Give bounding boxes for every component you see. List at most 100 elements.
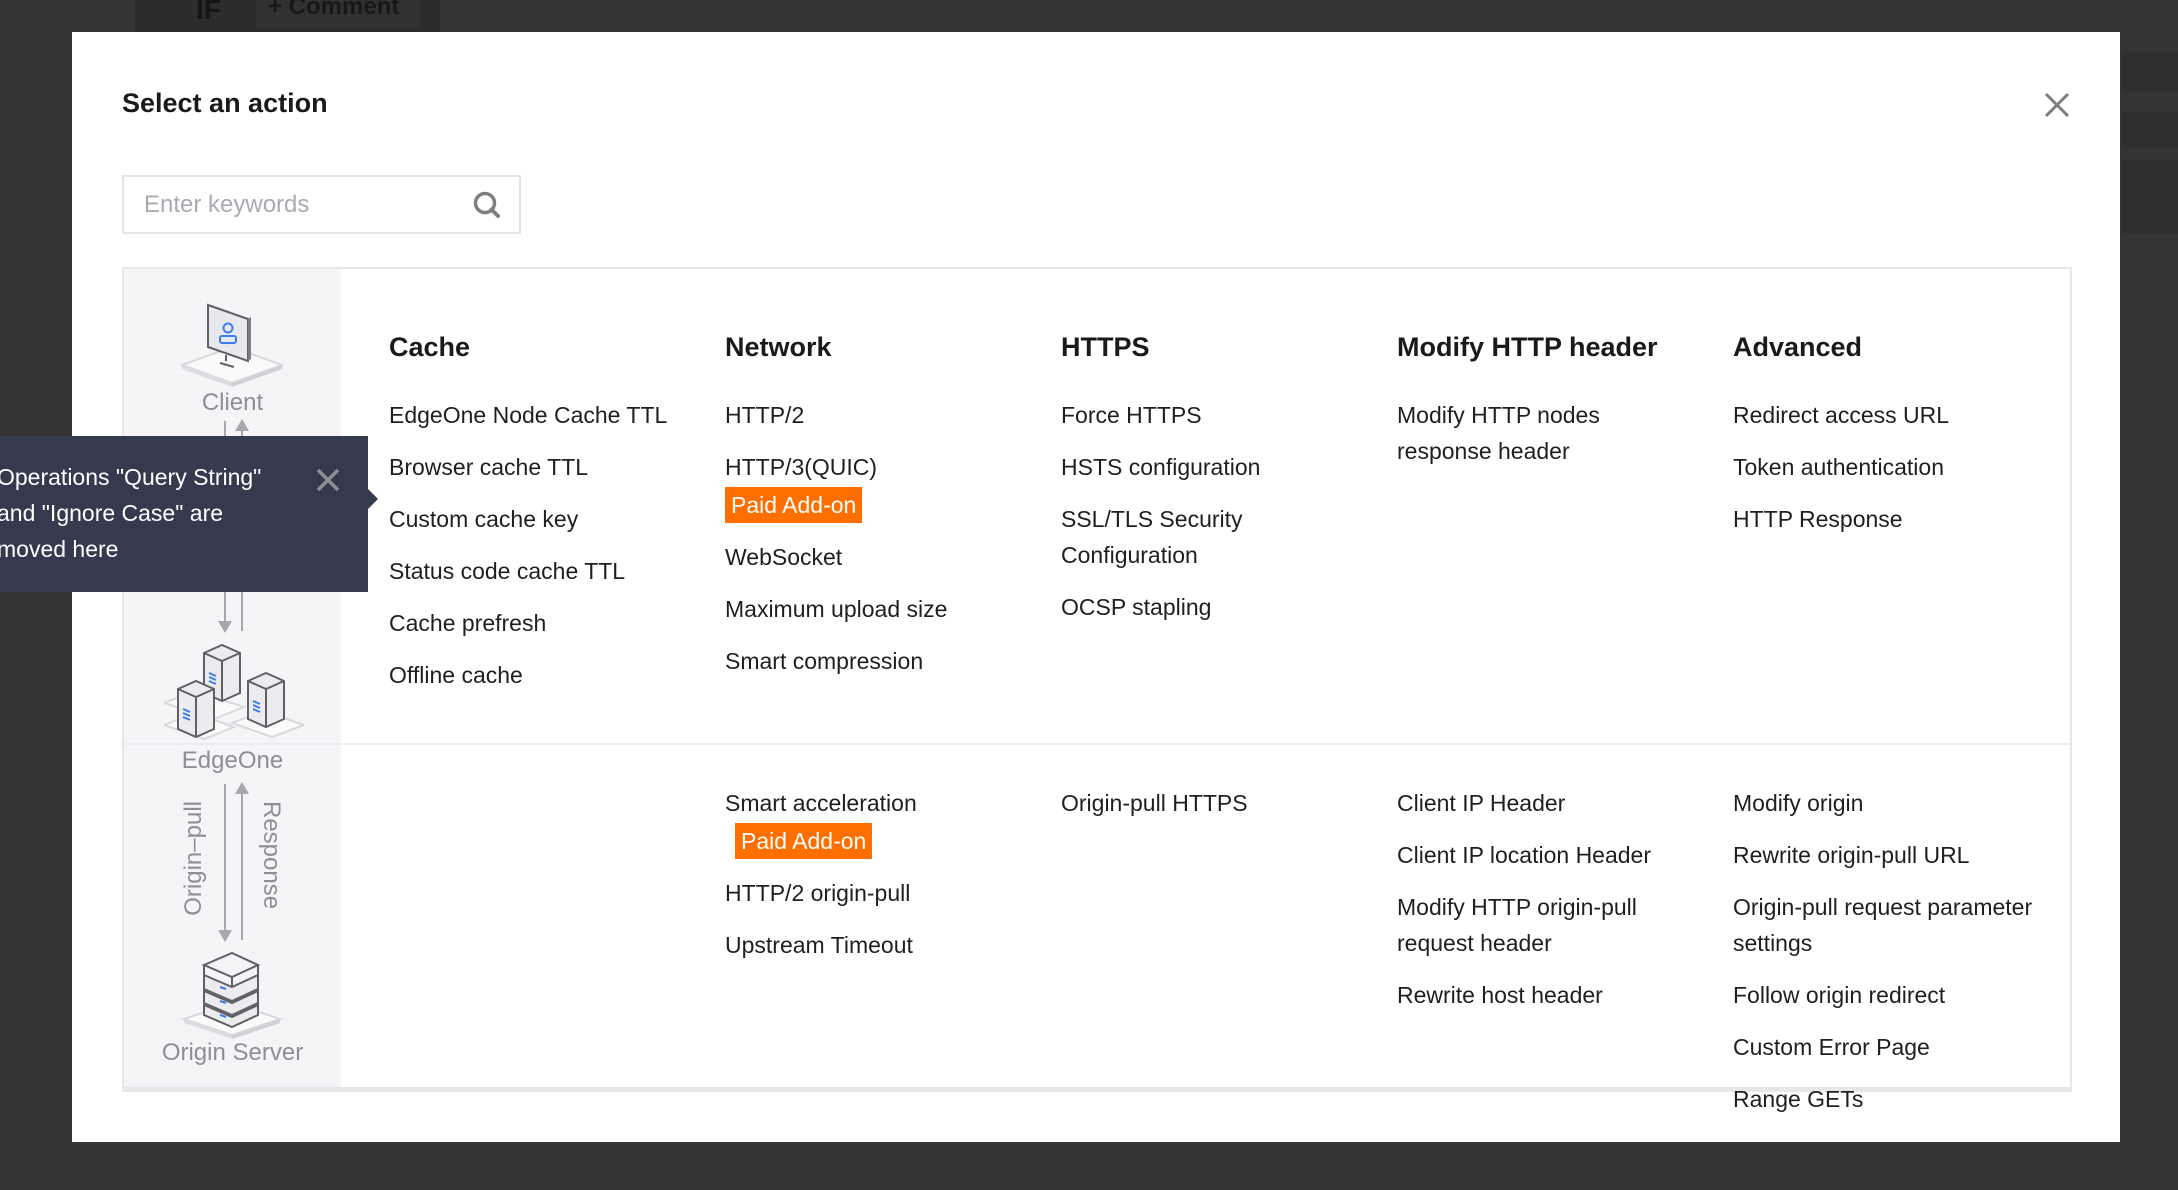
action-item[interactable]: Origin-pull request parameter settings [1733, 889, 2033, 961]
action-item[interactable]: Offline cache [389, 657, 689, 693]
background-block [2122, 160, 2178, 234]
action-item-label: Range GETs [1733, 1086, 1864, 1112]
column-header: Advanced [1733, 332, 1863, 362]
action-item[interactable]: Cache prefresh [389, 605, 689, 641]
action-item-label: Upstream Timeout [725, 932, 913, 958]
action-item[interactable]: HTTP/2 origin-pull [725, 875, 1025, 911]
close-icon [2044, 92, 2070, 118]
action-item-label: Origin-pull HTTPS [1061, 790, 1248, 816]
action-item-label: Maximum upload size [725, 596, 948, 622]
action-column-lower: Client IP Header Client IP location Heade… [1397, 785, 1717, 1029]
action-item-label: WebSocket [725, 544, 843, 570]
action-item-label: Force HTTPS [1061, 402, 1202, 428]
action-item[interactable]: Custom Error Page [1733, 1029, 2033, 1065]
action-item-label: Rewrite origin-pull URL [1733, 842, 1970, 868]
action-item[interactable]: Smart acceleration Paid Add-on [725, 785, 1025, 859]
action-item[interactable]: Client IP Header [1397, 785, 1697, 821]
action-item-label: OCSP stapling [1061, 594, 1212, 620]
action-column-lower: Origin-pull HTTPS [1061, 785, 1381, 837]
action-item-label: Follow origin redirect [1733, 982, 1946, 1008]
action-item-label: Client IP Header [1397, 790, 1566, 816]
action-item[interactable]: Redirect access URL [1733, 397, 2033, 433]
tooltip-text-line: Operations "Query String" [0, 464, 262, 490]
client-computer-icon [179, 303, 285, 387]
action-column: Advanced Redirect access URL Token authent… [1733, 331, 2053, 553]
background-block [2122, 112, 2178, 148]
select-action-modal: Select an action Client [72, 32, 2120, 1142]
close-button[interactable] [2042, 90, 2072, 120]
action-item-label: Status code cache TTL [389, 558, 626, 584]
action-item[interactable]: Rewrite host header [1397, 977, 1697, 1013]
action-item[interactable]: Range GETs [1733, 1081, 2033, 1117]
tooltip-text-line: moved here [0, 536, 119, 562]
action-column-lower: Smart acceleration Paid Add-on HTTP/2 orig… [725, 785, 1045, 979]
action-item[interactable]: Modify HTTP nodes response header [1397, 397, 1697, 469]
flow-diagram: Client EdgeOne Origin–pull Response Orig… [124, 269, 341, 1087]
action-item[interactable]: OCSP stapling [1061, 589, 1361, 625]
search-box [122, 175, 521, 234]
action-item-label: Token authentication [1733, 454, 1944, 480]
response-arrow-up [235, 782, 249, 940]
action-item-label: Modify origin [1733, 790, 1864, 816]
action-item-label: Custom cache key [389, 506, 579, 532]
action-item[interactable]: Rewrite origin-pull URL [1733, 837, 2033, 873]
action-column: Cache EdgeOne Node Cache TTL Browser cache… [389, 331, 709, 709]
action-item-label: HTTP/2 [725, 402, 805, 428]
edgeone-servers-icon [164, 643, 304, 741]
action-item[interactable]: Follow origin redirect [1733, 977, 2033, 1013]
close-icon [316, 468, 340, 492]
search-icon[interactable] [471, 189, 503, 221]
actions-panel: Client EdgeOne Origin–pull Response Orig… [122, 267, 2072, 1112]
action-item[interactable]: Modify origin [1733, 785, 2033, 821]
column-header: Cache [389, 332, 471, 362]
action-item-label: SSL/TLS Security Configuration [1061, 506, 1243, 568]
action-item[interactable]: HTTP/2 [725, 397, 1025, 433]
action-item[interactable]: SSL/TLS Security Configuration [1061, 501, 1361, 573]
action-item[interactable]: Force HTTPS [1061, 397, 1361, 433]
action-item[interactable]: WebSocket [725, 539, 1025, 575]
action-item[interactable]: Browser cache TTL [389, 449, 689, 485]
action-item[interactable]: EdgeOne Node Cache TTL [389, 397, 689, 433]
action-column: Network HTTP/2 HTTP/3(QUIC) Paid Add-on WebS… [725, 331, 1045, 695]
action-item[interactable]: Upstream Timeout [725, 927, 1025, 963]
column-header: Network [725, 332, 832, 362]
action-item[interactable]: Smart compression [725, 643, 1025, 679]
origin-server-label: Origin Server [161, 1039, 304, 1066]
action-item[interactable]: HSTS configuration [1061, 449, 1361, 485]
action-item-label: HSTS configuration [1061, 454, 1261, 480]
paid-addon-badge: Paid Add-on [735, 823, 873, 859]
response-label: Response [258, 801, 285, 910]
action-item-label: HTTP/3(QUIC) [725, 454, 878, 480]
action-item[interactable]: Origin-pull HTTPS [1061, 785, 1361, 821]
action-item-label: Client IP location Header [1397, 842, 1651, 868]
action-item-label: Origin-pull request parameter settings [1733, 894, 2033, 956]
action-item[interactable]: HTTP/3(QUIC) Paid Add-on [725, 449, 1025, 523]
action-item-label: HTTP/2 origin-pull [725, 880, 911, 906]
background-comment-button: + Comment [256, 0, 420, 28]
action-item-label: Rewrite host header [1397, 982, 1603, 1008]
action-item-label: Modify HTTP origin-pull request header [1397, 894, 1637, 956]
action-item-label: Browser cache TTL [389, 454, 588, 480]
column-header: Modify HTTP header [1397, 332, 1658, 362]
modal-title: Select an action [122, 88, 328, 118]
action-item[interactable]: Modify HTTP origin-pull request header [1397, 889, 1697, 961]
tooltip-close-button[interactable] [314, 466, 342, 494]
section-divider [124, 743, 2070, 745]
action-item[interactable]: Custom cache key [389, 501, 689, 537]
action-item[interactable]: HTTP Response [1733, 501, 2033, 537]
action-item-label: EdgeOne Node Cache TTL [389, 402, 668, 428]
origin-pull-label: Origin–pull [180, 801, 207, 916]
origin-pull-arrow-down [218, 784, 232, 942]
action-item[interactable]: Maximum upload size [725, 591, 1025, 627]
action-item[interactable]: Token authentication [1733, 449, 2033, 485]
action-item-label: Redirect access URL [1733, 402, 1950, 428]
action-item-label: Offline cache [389, 662, 523, 688]
action-item[interactable]: Status code cache TTL [389, 553, 689, 589]
edgeone-label: EdgeOne [181, 747, 284, 774]
action-item-label: Smart acceleration [725, 790, 917, 816]
action-item[interactable]: Client IP location Header [1397, 837, 1697, 873]
search-input[interactable] [124, 177, 471, 232]
column-header: HTTPS [1061, 332, 1150, 362]
origin-server-icon [180, 951, 284, 1039]
tooltip-arrow [368, 489, 378, 509]
